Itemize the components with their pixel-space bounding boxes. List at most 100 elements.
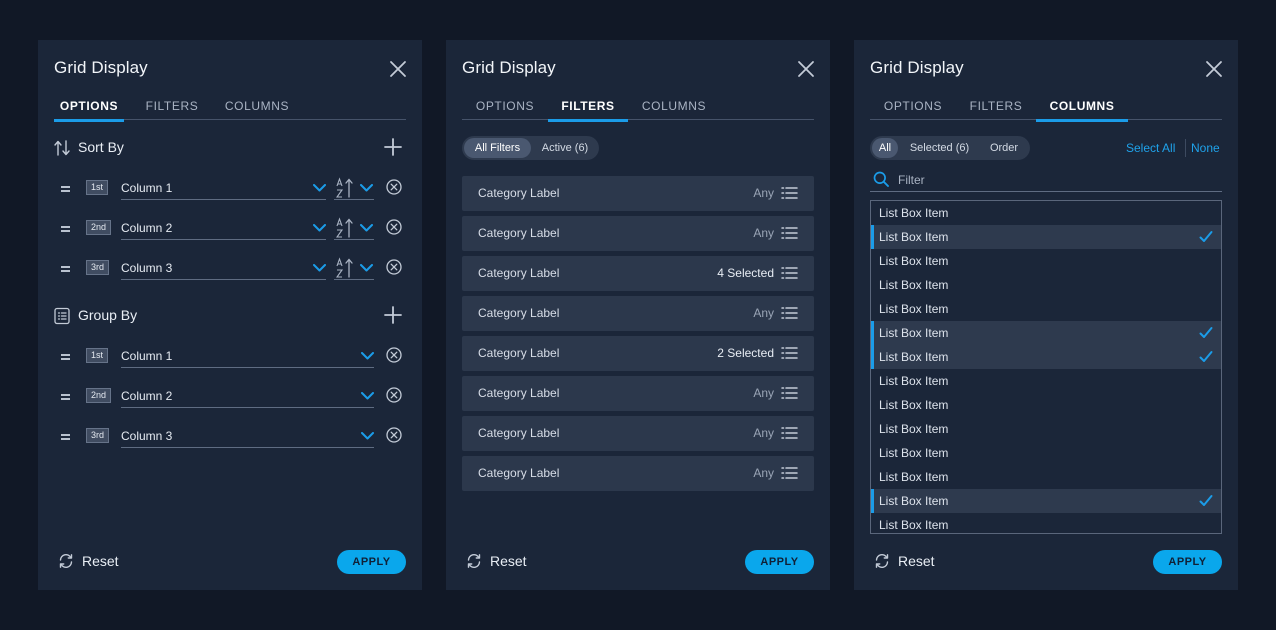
- link-divider: [1185, 139, 1186, 157]
- tab-columns[interactable]: COLUMNS: [1036, 98, 1128, 122]
- drag-handle-icon[interactable]: [61, 354, 71, 360]
- group-column-select[interactable]: Column 3: [121, 424, 374, 448]
- group-row: 2nd Column 2: [54, 384, 406, 412]
- filter-row[interactable]: Category Label Any: [462, 456, 814, 491]
- filter-category-label: Category Label: [478, 266, 560, 280]
- filter-row[interactable]: Category Label Any: [462, 416, 814, 451]
- filter-row[interactable]: Category Label Any: [462, 176, 814, 211]
- close-button[interactable]: [1204, 59, 1224, 79]
- list-item[interactable]: List Box Item: [871, 297, 1221, 321]
- list-item[interactable]: List Box Item: [871, 249, 1221, 273]
- grid-display-panel-columns: Grid Display OPTIONS FILTERS COLUMNS All…: [854, 40, 1238, 590]
- list-item[interactable]: List Box Item: [871, 225, 1221, 249]
- filter-category-label: Category Label: [478, 226, 560, 240]
- sort-by-label: Sort By: [78, 139, 124, 155]
- close-button[interactable]: [388, 59, 408, 79]
- list-icon: [781, 267, 798, 279]
- segment-all-filters[interactable]: All Filters: [464, 138, 531, 158]
- sort-column-select[interactable]: Column 2: [121, 216, 326, 240]
- reset-label: Reset: [898, 553, 935, 569]
- tab-filters[interactable]: FILTERS: [956, 98, 1036, 120]
- panel-title: Grid Display: [462, 58, 556, 77]
- list-item[interactable]: List Box Item: [871, 273, 1221, 297]
- chevron-down-icon: [313, 264, 326, 272]
- remove-row-button[interactable]: [386, 179, 402, 195]
- filter-value: 2 Selected: [717, 346, 774, 360]
- select-value: Column 2: [121, 221, 173, 235]
- drag-handle-icon[interactable]: [61, 266, 71, 272]
- segment-order[interactable]: Order: [982, 138, 1026, 158]
- filter-value: Any: [753, 186, 774, 200]
- segment-all[interactable]: All: [872, 138, 898, 158]
- tab-options[interactable]: OPTIONS: [462, 98, 548, 120]
- apply-button[interactable]: APPLY: [1153, 550, 1222, 574]
- sort-row: 2nd Column 2: [54, 216, 406, 244]
- filter-row[interactable]: Category Label Any: [462, 296, 814, 331]
- drag-handle-icon[interactable]: [61, 186, 71, 192]
- list-item[interactable]: List Box Item: [871, 321, 1221, 345]
- filter-segment-control: All Filters Active (6): [462, 136, 599, 160]
- sort-column-select[interactable]: Column 1: [121, 176, 326, 200]
- add-group-button[interactable]: [384, 306, 402, 324]
- list-item[interactable]: List Box Item: [871, 513, 1221, 533]
- remove-row-button[interactable]: [386, 427, 402, 443]
- sort-direction-select[interactable]: [334, 176, 374, 200]
- tab-filters[interactable]: FILTERS: [548, 98, 628, 122]
- list-item-label: List Box Item: [879, 206, 949, 220]
- select-value: Column 3: [121, 261, 173, 275]
- apply-button[interactable]: APPLY: [337, 550, 406, 574]
- remove-row-button[interactable]: [386, 259, 402, 275]
- filter-row[interactable]: Category Label 2 Selected: [462, 336, 814, 371]
- segment-active[interactable]: Active (6): [533, 138, 597, 158]
- sort-direction-select[interactable]: [334, 216, 374, 240]
- group-column-select[interactable]: Column 2: [121, 384, 374, 408]
- list-item[interactable]: List Box Item: [871, 369, 1221, 393]
- add-sort-button[interactable]: [384, 138, 402, 156]
- list-icon: [781, 227, 798, 239]
- panel-title: Grid Display: [870, 58, 964, 77]
- list-item[interactable]: List Box Item: [871, 465, 1221, 489]
- drag-handle-icon[interactable]: [61, 434, 71, 440]
- tab-columns[interactable]: COLUMNS: [220, 98, 294, 120]
- list-item[interactable]: List Box Item: [871, 417, 1221, 441]
- select-all-link[interactable]: Select All: [1126, 141, 1175, 155]
- remove-row-button[interactable]: [386, 387, 402, 403]
- filter-row[interactable]: Category Label Any: [462, 216, 814, 251]
- tab-options[interactable]: OPTIONS: [870, 98, 956, 120]
- panel-title: Grid Display: [54, 58, 148, 77]
- columns-segment-control: All Selected (6) Order: [870, 136, 1030, 160]
- list-icon: [781, 467, 798, 479]
- list-item[interactable]: List Box Item: [871, 393, 1221, 417]
- list-item[interactable]: List Box Item: [871, 489, 1221, 513]
- list-item[interactable]: List Box Item: [871, 345, 1221, 369]
- sort-column-select[interactable]: Column 3: [121, 256, 326, 280]
- apply-button[interactable]: APPLY: [745, 550, 814, 574]
- close-icon: [798, 61, 814, 77]
- tab-options[interactable]: OPTIONS: [54, 98, 124, 122]
- filter-category-label: Category Label: [478, 426, 560, 440]
- tab-filters[interactable]: FILTERS: [140, 98, 204, 120]
- group-column-select[interactable]: Column 1: [121, 344, 374, 368]
- chevron-down-icon: [360, 184, 373, 192]
- filter-category-label: Category Label: [478, 306, 560, 320]
- filter-input[interactable]: [898, 171, 1198, 189]
- grid-display-panel-options: Grid Display OPTIONS FILTERS COLUMNS Sor…: [38, 40, 422, 590]
- remove-row-button[interactable]: [386, 219, 402, 235]
- remove-row-button[interactable]: [386, 347, 402, 363]
- chevron-down-icon: [361, 352, 374, 360]
- segment-selected[interactable]: Selected (6): [902, 138, 977, 158]
- close-button[interactable]: [796, 59, 816, 79]
- list-item[interactable]: List Box Item: [871, 441, 1221, 465]
- column-list-box[interactable]: List Box Item List Box Item List Box Ite…: [870, 200, 1222, 534]
- drag-handle-icon[interactable]: [61, 226, 71, 232]
- select-none-link[interactable]: None: [1191, 141, 1220, 155]
- list-item[interactable]: List Box Item: [871, 201, 1221, 225]
- chevron-down-icon: [360, 264, 373, 272]
- tab-columns[interactable]: COLUMNS: [628, 98, 720, 120]
- filter-row[interactable]: Category Label 4 Selected: [462, 256, 814, 291]
- close-icon: [390, 61, 406, 77]
- checkmark-icon: [1199, 495, 1213, 506]
- drag-handle-icon[interactable]: [61, 394, 71, 400]
- sort-direction-select[interactable]: [334, 256, 374, 280]
- filter-row[interactable]: Category Label Any: [462, 376, 814, 411]
